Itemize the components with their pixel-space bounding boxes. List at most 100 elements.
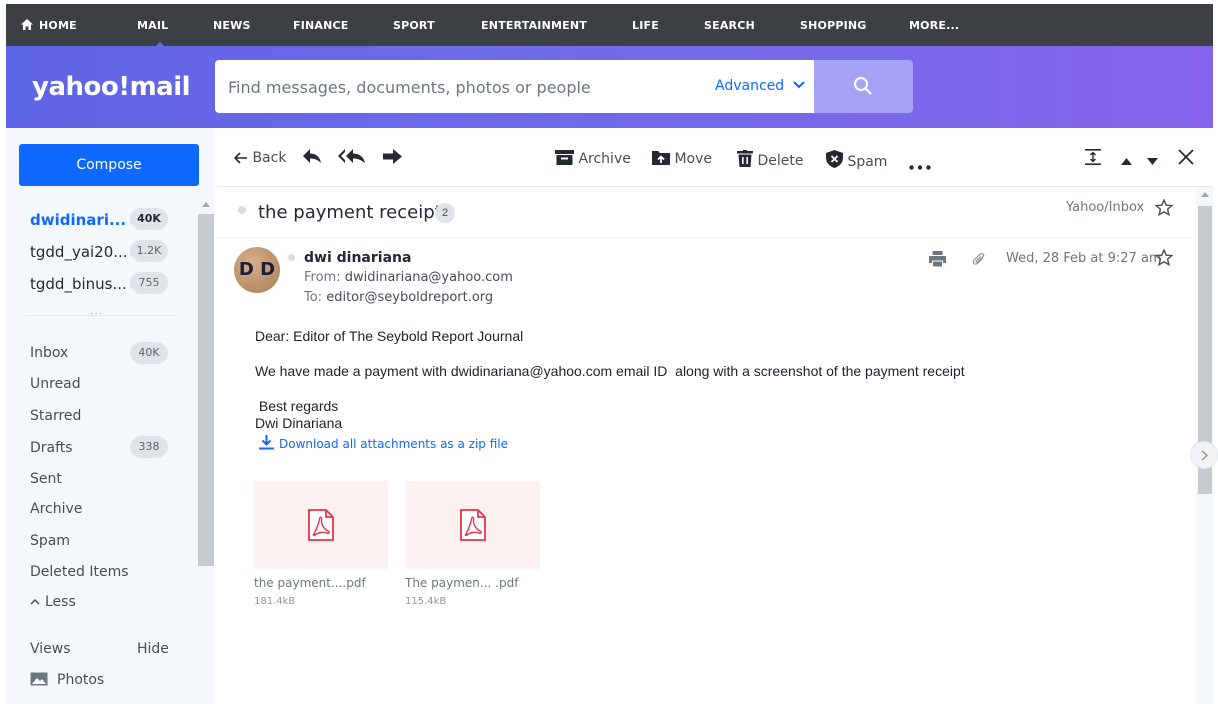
photos-label: Photos <box>57 672 105 688</box>
to-line: To: editor@seyboldreport.org <box>304 290 493 305</box>
sidebar-scroll-thumb[interactable] <box>198 214 214 566</box>
home-icon <box>21 19 33 30</box>
view-photos[interactable]: Photos <box>30 672 104 688</box>
message-scroll-up-icon[interactable] <box>1201 192 1209 197</box>
to-email[interactable]: editor@seyboldreport.org <box>326 290 493 305</box>
sender-name[interactable]: dwi dinariana <box>304 250 411 266</box>
folder-path: Yahoo/Inbox <box>1066 200 1145 215</box>
nav-mail[interactable]: MAIL <box>137 19 168 32</box>
compose-button[interactable]: Compose <box>19 144 199 186</box>
account-item-1[interactable]: dwidinari... <box>30 211 126 229</box>
folder-drafts[interactable]: Drafts <box>30 440 73 456</box>
move-button[interactable]: Move <box>652 150 712 167</box>
nav-home[interactable]: HOME <box>21 19 77 32</box>
download-all-link[interactable]: Download all attachments as a zip file <box>259 435 508 451</box>
from-line: From: dwidinariana@yahoo.com <box>304 270 513 285</box>
account-1-count: 40K <box>130 208 168 230</box>
previous-message-button[interactable] <box>1121 151 1132 167</box>
next-pane-button[interactable] <box>1190 441 1218 469</box>
back-label: Back <box>252 150 287 166</box>
thread-count-badge: 2 <box>435 203 455 223</box>
download-icon <box>259 435 274 450</box>
print-icon[interactable] <box>929 251 946 267</box>
views-heading: Views <box>30 641 71 657</box>
folder-sent[interactable]: Sent <box>30 471 62 487</box>
next-message-button[interactable] <box>1147 151 1158 167</box>
caret-down-icon <box>1147 158 1158 165</box>
message-star-icon[interactable] <box>1155 249 1173 266</box>
folder-starred[interactable]: Starred <box>30 408 81 424</box>
account-item-3[interactable]: tgdd_binus... <box>30 275 127 293</box>
nav-entertainment[interactable]: ENTERTAINMENT <box>481 19 587 32</box>
nav-news[interactable]: NEWS <box>213 19 251 32</box>
caret-up-icon <box>1121 158 1132 165</box>
move-label: Move <box>674 151 712 167</box>
reply-all-button[interactable] <box>338 148 366 166</box>
folder-inbox[interactable]: Inbox <box>30 345 68 361</box>
more-actions-button[interactable] <box>909 156 931 172</box>
back-button[interactable]: Back <box>233 150 287 166</box>
more-dots-icon <box>909 165 931 170</box>
account-item-2[interactable]: tgdd_yai20... <box>30 243 128 261</box>
folder-deleted-items[interactable]: Deleted Items <box>30 564 129 580</box>
views-hide-button[interactable]: Hide <box>137 641 169 657</box>
more-accounts-dots[interactable]: ··· <box>90 308 103 319</box>
nav-search[interactable]: SEARCH <box>704 19 755 32</box>
search-box: Advanced <box>215 60 814 113</box>
delete-label: Delete <box>757 153 804 169</box>
nav-sport[interactable]: SPORT <box>393 19 435 32</box>
pdf-file-icon <box>460 509 486 541</box>
folder-spam[interactable]: Spam <box>30 533 70 549</box>
sender-status-dot <box>288 254 295 261</box>
body-greeting: Dear: Editor of The Seybold Report Journ… <box>255 328 524 344</box>
from-email[interactable]: dwidinariana@yahoo.com <box>345 270 513 285</box>
shield-icon <box>826 150 843 168</box>
to-label: To: <box>304 290 323 305</box>
delete-button[interactable]: Delete <box>737 150 803 169</box>
chevron-up-icon <box>30 598 40 605</box>
nav-home-label: HOME <box>39 19 77 32</box>
expand-collapse-icon <box>1085 149 1101 165</box>
nav-life[interactable]: LIFE <box>632 19 659 32</box>
nav-more[interactable]: MORE... <box>909 19 959 32</box>
unread-dot <box>238 206 246 214</box>
sender-avatar[interactable]: D D <box>234 247 280 293</box>
attachment-card-1[interactable] <box>254 481 388 569</box>
folder-archive[interactable]: Archive <box>30 501 82 517</box>
close-message-button[interactable] <box>1178 149 1194 167</box>
advanced-search-button[interactable]: Advanced <box>715 78 805 94</box>
account-3-count: 755 <box>130 272 168 294</box>
top-nav-bar: HOME MAIL NEWS FINANCE SPORT ENTERTAINME… <box>6 4 1213 49</box>
spam-label: Spam <box>847 154 888 170</box>
scroll-up-arrow-icon[interactable] <box>202 202 210 207</box>
mail-header: yahoo!mail Advanced <box>6 46 1213 128</box>
forward-icon <box>383 149 402 164</box>
body-signature: Dwi Dinariana <box>255 415 343 431</box>
reply-button[interactable] <box>302 148 322 166</box>
collapse-all-button[interactable] <box>1085 149 1101 167</box>
attachment-name-2[interactable]: The paymen... .pdf <box>405 576 518 590</box>
download-label: Download all attachments as a zip file <box>279 437 508 451</box>
nav-shopping[interactable]: SHOPPING <box>800 19 867 32</box>
archive-button[interactable]: Archive <box>555 150 631 167</box>
attachment-size-2: 115.4kB <box>405 596 447 607</box>
yahoo-mail-logo[interactable]: yahoo!mail <box>32 72 191 102</box>
attachment-card-2[interactable] <box>406 481 540 569</box>
advanced-label: Advanced <box>715 78 785 94</box>
spam-button[interactable]: Spam <box>826 150 887 170</box>
nav-finance[interactable]: FINANCE <box>293 19 349 32</box>
reply-all-icon <box>338 149 365 163</box>
move-folder-icon <box>652 151 670 165</box>
folder-unread[interactable]: Unread <box>30 376 81 392</box>
search-input[interactable] <box>228 74 688 100</box>
account-2-count: 1.2K <box>130 240 168 262</box>
photos-icon <box>30 672 48 686</box>
pdf-file-icon <box>308 509 334 541</box>
star-outline-icon[interactable] <box>1155 199 1173 216</box>
paperclip-icon[interactable] <box>972 252 986 268</box>
search-button[interactable] <box>814 60 913 113</box>
less-toggle[interactable]: Less <box>30 594 76 610</box>
message-subject: the payment receipt <box>258 202 442 223</box>
forward-button[interactable] <box>382 149 402 166</box>
attachment-name-1[interactable]: the payment....pdf <box>254 576 366 590</box>
